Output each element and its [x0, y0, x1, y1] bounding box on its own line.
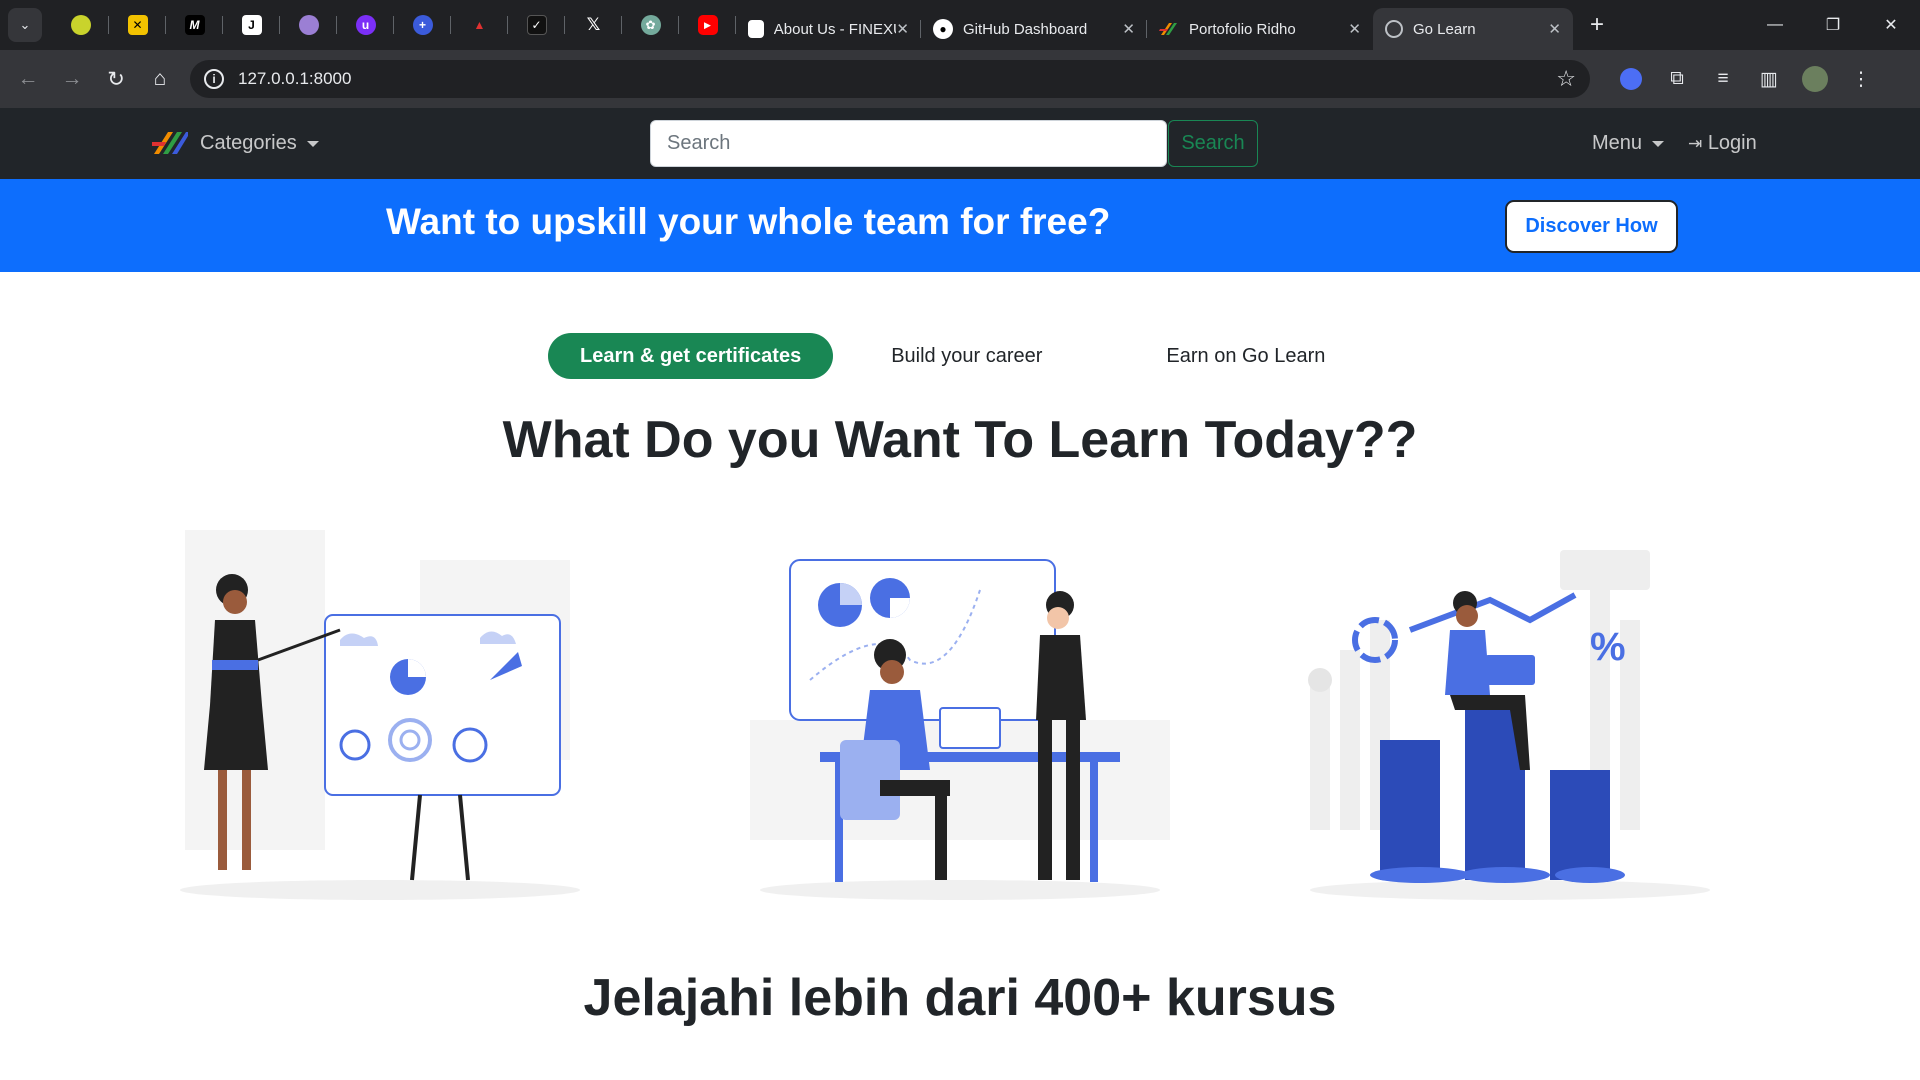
browser-tab[interactable]: Portofolio Ridho ✕ — [1147, 8, 1373, 50]
restore-icon[interactable]: ❐ — [1804, 0, 1862, 50]
close-icon[interactable]: ✕ — [1122, 20, 1135, 38]
site-favicon-icon: M — [184, 15, 205, 35]
pinned-tab[interactable] — [52, 0, 109, 50]
site-favicon-icon — [298, 15, 319, 35]
tab-title: Go Learn — [1413, 20, 1476, 38]
avatar[interactable] — [1792, 66, 1838, 92]
feature-tabs: Learn & get certificates Build your care… — [548, 333, 1357, 379]
extension-icon[interactable] — [1608, 68, 1654, 90]
address-bar[interactable]: i 127.0.0.1:8000 ☆ — [190, 60, 1590, 98]
svg-text:%: % — [1590, 625, 1626, 669]
browser-tab-active[interactable]: Go Learn ✕ — [1373, 8, 1573, 50]
categories-label: Categories — [200, 132, 297, 154]
categories-dropdown[interactable]: Categories — [200, 132, 319, 155]
site-favicon-icon: ✓ — [526, 15, 547, 35]
site-favicon-icon: + — [412, 15, 433, 35]
page-headline: What Do you Want To Learn Today?? — [502, 411, 1418, 469]
chat-logo-icon: ✿ — [640, 15, 661, 35]
pinned-tabs: ✕ M J u + ▲ ✓ 𝕏 ✿ ▶ — [52, 0, 736, 50]
login-icon: ⇥ — [1688, 134, 1703, 153]
tab-title: GitHub Dashboard — [963, 20, 1088, 38]
tab-title: About Us - FINEXUS — [773, 20, 897, 38]
presentation-illustration — [180, 530, 580, 900]
window-controls: — ❐ ✕ — [1746, 0, 1920, 50]
browser-tab[interactable]: ● GitHub Dashboard ✕ — [921, 8, 1147, 50]
browser-tab-strip: ⌄ ✕ M J u + ▲ ✓ 𝕏 ✿ ▶ About Us - FINEXUS… — [0, 0, 1920, 50]
close-icon[interactable]: ✕ — [1348, 20, 1361, 38]
tab-learn-certificates[interactable]: Learn & get certificates — [548, 333, 834, 379]
tab-search-button[interactable]: ⌄ — [8, 8, 42, 42]
login-link[interactable]: ⇥ Login — [1688, 132, 1757, 155]
site-favicon-icon: ▲ — [473, 18, 486, 32]
site-favicon-icon: J — [241, 15, 262, 35]
side-panel-icon[interactable]: ▥ — [1746, 68, 1792, 91]
caret-down-icon — [306, 140, 319, 147]
tab-title: Portofolio Ridho — [1189, 20, 1296, 38]
promo-banner: Want to upskill your whole team for free… — [0, 179, 1920, 272]
chevron-down-icon: ⌄ — [19, 17, 31, 32]
earnings-illustration: % — [1308, 550, 1710, 900]
browser-tab[interactable]: About Us - FINEXUS ✕ — [736, 8, 921, 50]
site-logo-icon — [1159, 23, 1177, 35]
site-favicon-icon — [748, 20, 764, 38]
discover-how-button[interactable]: Discover How — [1505, 200, 1678, 253]
pinned-tab[interactable]: ✓ — [508, 0, 565, 50]
tab-build-career[interactable]: Build your career — [859, 333, 1074, 379]
pinned-tab[interactable]: 𝕏 — [565, 0, 622, 50]
site-navbar: Categories Search Menu ⇥ Login — [0, 108, 1920, 179]
new-tab-button[interactable]: + — [1579, 11, 1615, 39]
puzzle-icon[interactable]: ⧉ — [1654, 68, 1700, 90]
github-icon: ● — [933, 19, 953, 39]
bookmark-star-icon[interactable]: ☆ — [1556, 66, 1576, 92]
globe-icon — [1385, 20, 1403, 38]
banner-text: Want to upskill your whole team for free… — [386, 201, 1111, 242]
url-text: 127.0.0.1:8000 — [238, 69, 352, 88]
meeting-illustration — [750, 559, 1170, 900]
pinned-tab[interactable]: M — [166, 0, 223, 50]
caret-down-icon — [1652, 140, 1665, 147]
menu-label: Menu — [1592, 132, 1643, 154]
login-label: Login — [1707, 132, 1757, 154]
site-favicon-icon — [70, 15, 91, 35]
back-icon[interactable]: ← — [6, 57, 50, 101]
extensions-area: ⧉ ≡ ▥ ⋮ — [1608, 66, 1884, 92]
site-favicon-icon: ✕ — [127, 15, 148, 35]
brand-logo-icon[interactable] — [152, 128, 188, 158]
menu-dropdown[interactable]: Menu — [1592, 132, 1665, 155]
pinned-tab[interactable] — [280, 0, 337, 50]
close-icon[interactable]: ✕ — [896, 20, 909, 38]
media-icon[interactable]: ≡ — [1700, 68, 1746, 90]
pinned-tab[interactable]: ✿ — [622, 0, 679, 50]
tab-earn[interactable]: Earn on Go Learn — [1134, 333, 1357, 379]
pinned-tab[interactable]: ▲ — [451, 0, 508, 50]
pinned-tab[interactable]: + — [394, 0, 451, 50]
search-button[interactable]: Search — [1168, 120, 1258, 167]
pinned-tab[interactable]: u — [337, 0, 394, 50]
info-icon[interactable]: i — [204, 69, 224, 89]
courses-headline: Jelajahi lebih dari 400+ kursus — [583, 969, 1337, 1027]
x-logo-icon: 𝕏 — [586, 15, 601, 34]
search-input[interactable] — [650, 120, 1167, 167]
site-favicon-icon: u — [355, 15, 376, 35]
browser-toolbar: ← → ↻ ⌂ i 127.0.0.1:8000 ☆ ⧉ ≡ ▥ ⋮ — [0, 50, 1920, 108]
home-icon[interactable]: ⌂ — [138, 57, 182, 101]
reload-icon[interactable]: ↻ — [94, 57, 138, 101]
pinned-tab[interactable]: ▶ — [679, 0, 736, 50]
forward-icon[interactable]: → — [50, 57, 94, 101]
close-icon[interactable]: ✕ — [1548, 20, 1561, 38]
youtube-icon: ▶ — [697, 15, 718, 35]
pinned-tab[interactable]: J — [223, 0, 280, 50]
close-window-icon[interactable]: ✕ — [1862, 0, 1920, 50]
minimize-icon[interactable]: — — [1746, 0, 1804, 50]
pinned-tab[interactable]: ✕ — [109, 0, 166, 50]
more-menu-icon[interactable]: ⋮ — [1838, 68, 1884, 91]
